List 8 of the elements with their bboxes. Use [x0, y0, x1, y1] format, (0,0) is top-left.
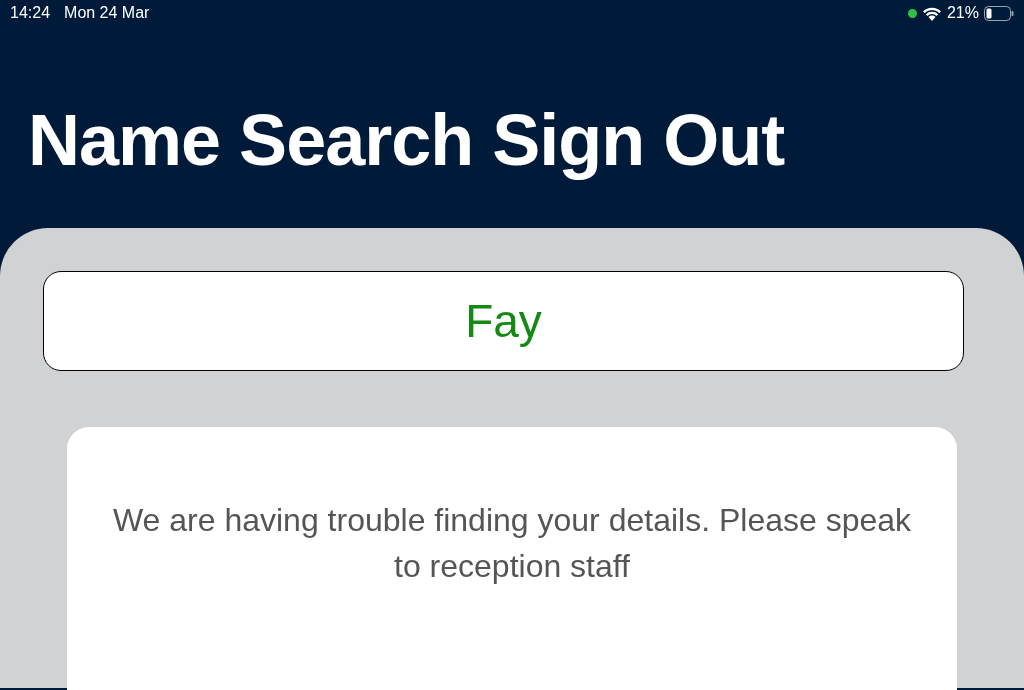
- wifi-icon: [921, 5, 942, 21]
- camera-indicator-icon: [907, 8, 917, 18]
- battery-percent: 21%: [946, 4, 979, 22]
- error-message: We are having trouble finding your details. Please speak to reception staff: [111, 501, 913, 586]
- status-time: 14:24: [10, 4, 51, 22]
- status-date: Mon 24 Mar: [64, 4, 150, 22]
- name-field[interactable]: Fay: [43, 271, 964, 371]
- battery-icon: [984, 5, 1014, 21]
